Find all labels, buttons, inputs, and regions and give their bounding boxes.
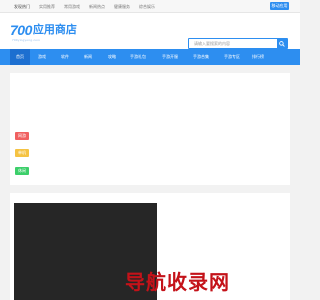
top-bar: 发现热门 实用推荐 常用游戏 新闻热点 健康服务 综合娱乐 移动应用 bbox=[0, 0, 300, 13]
logo-subtext: 700yingyong.com bbox=[12, 38, 41, 42]
logo-text: 应用商店 bbox=[32, 24, 77, 36]
tag-casual[interactable]: 休闲 bbox=[15, 167, 29, 175]
nav-item-server-launch[interactable]: 手游开服 bbox=[156, 49, 184, 65]
watermark-logo: 导航收录网 bbox=[125, 272, 230, 294]
mobile-app-button[interactable]: 移动应用 bbox=[270, 2, 289, 10]
nav-item-home[interactable]: 首页 bbox=[10, 49, 30, 65]
top-link[interactable]: 新闻热点 bbox=[89, 4, 105, 9]
top-link[interactable]: 实用推荐 bbox=[39, 4, 55, 9]
tag-online-games[interactable]: 网游 bbox=[15, 132, 29, 140]
search-input[interactable] bbox=[189, 39, 277, 48]
logo-number: 700 bbox=[10, 22, 32, 38]
nav-item-games[interactable]: 游戏 bbox=[32, 49, 52, 65]
nav-item-gift-packs[interactable]: 手游礼包 bbox=[124, 49, 152, 65]
search-box bbox=[188, 38, 288, 49]
nav-item-zones[interactable]: 手游专区 bbox=[218, 49, 246, 65]
nav-item-software[interactable]: 软件 bbox=[55, 49, 75, 65]
nav-item-rankings[interactable]: 排行榜 bbox=[247, 49, 269, 65]
nav-item-collections[interactable]: 手游合集 bbox=[187, 49, 215, 65]
top-link[interactable]: 常用游戏 bbox=[64, 4, 80, 9]
top-links: 发现热门 实用推荐 常用游戏 新闻热点 健康服务 综合娱乐 bbox=[14, 4, 155, 9]
nav-item-news[interactable]: 新闻 bbox=[78, 49, 98, 65]
site-header: 700 应用商店 700yingyong.com bbox=[0, 13, 300, 49]
category-panel: 网游 单机 休闲 bbox=[10, 73, 290, 185]
search-button[interactable] bbox=[277, 39, 287, 48]
tag-single-player[interactable]: 单机 bbox=[15, 149, 29, 157]
top-link[interactable]: 健康服务 bbox=[114, 4, 130, 9]
search-icon bbox=[279, 40, 285, 47]
nav-item-guides[interactable]: 攻略 bbox=[102, 49, 122, 65]
site-logo[interactable]: 700 应用商店 bbox=[10, 23, 77, 37]
main-nav: 首页 游戏 软件 新闻 攻略 手游礼包 手游开服 手游合集 手游专区 排行榜 bbox=[0, 49, 300, 65]
top-link[interactable]: 发现热门 bbox=[14, 4, 30, 9]
top-link[interactable]: 综合娱乐 bbox=[139, 4, 155, 9]
